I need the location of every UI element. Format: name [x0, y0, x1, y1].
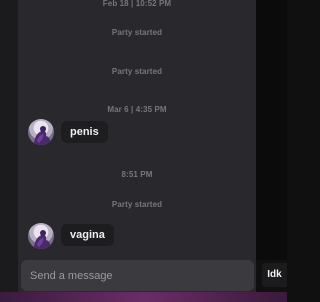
left-edge	[0, 0, 18, 295]
side-strip	[256, 0, 287, 260]
system-message: Party started	[111, 28, 163, 37]
bottom-accent-bar	[0, 292, 287, 302]
message-input[interactable]	[21, 260, 254, 291]
system-message: Party started	[111, 200, 163, 209]
message-bubble[interactable]: penis	[61, 121, 108, 143]
purple-creature-icon	[34, 126, 51, 145]
message-composer[interactable]	[21, 260, 254, 291]
system-message: Party started	[111, 67, 163, 76]
chat-timestamp: Feb 18 | 10:52 PM	[102, 0, 172, 8]
purple-creature-icon	[34, 230, 51, 249]
chat-panel[interactable]	[18, 0, 256, 295]
avatar[interactable]	[28, 223, 54, 249]
idk-button[interactable]: Idk	[262, 263, 287, 287]
chat-timestamp: 8:51 PM	[121, 170, 153, 179]
avatar[interactable]	[28, 119, 54, 145]
message-bubble[interactable]: vagina	[61, 224, 114, 246]
chat-timestamp: Mar 6 | 4:35 PM	[107, 105, 167, 114]
